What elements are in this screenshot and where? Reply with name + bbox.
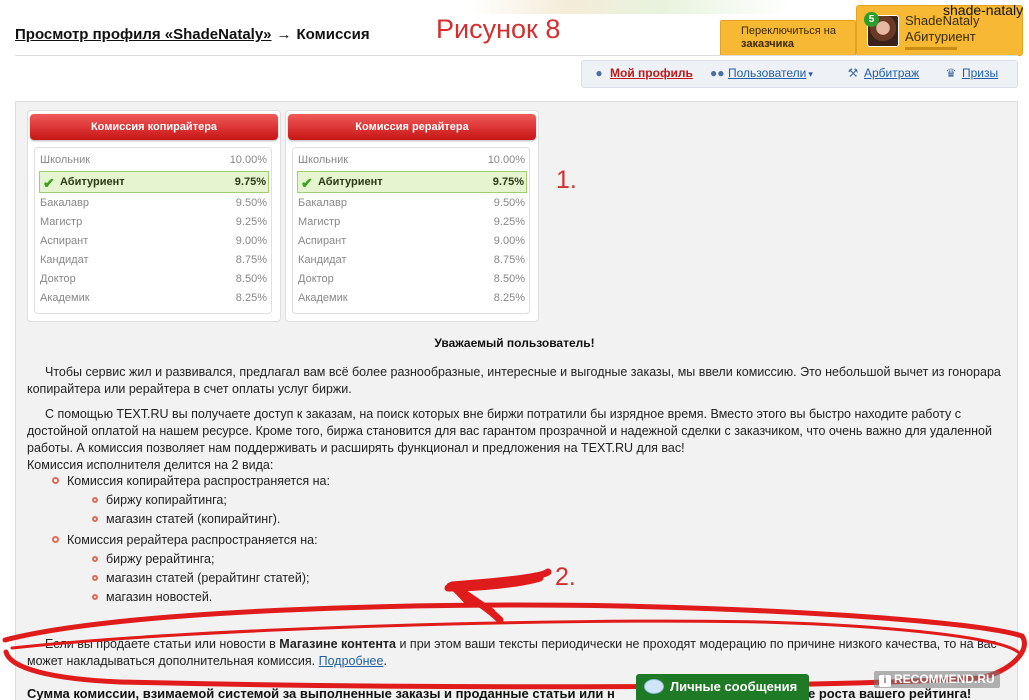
more-info-link[interactable]: Подробнее xyxy=(319,654,384,668)
table-row: Аспирант 9.00% xyxy=(298,235,525,247)
switch-line-1: Переключиться на xyxy=(741,25,836,37)
table-row: Доктор 8.50% xyxy=(40,273,267,285)
bullet-icon xyxy=(92,594,98,600)
user-icon: ● xyxy=(595,66,603,80)
breadcrumb-profile-link[interactable]: Просмотр профиля «ShadeNataly» xyxy=(15,26,272,43)
gavel-icon: ⚒ xyxy=(847,66,859,80)
page-title: Просмотр профиля «ShadeNataly» → Комиссия xyxy=(15,26,370,43)
recommend-logo-icon: i xyxy=(879,675,891,687)
rewriter-commission-card: Комиссия рерайтера Школьник 10.00% ✔ Абиту… xyxy=(285,110,539,322)
trophy-icon: ♛ xyxy=(945,66,957,80)
breadcrumb-current: Комиссия xyxy=(296,26,370,43)
list-item: магазин статей (рерайтинг статей); xyxy=(92,571,310,585)
bullet-icon xyxy=(52,536,59,543)
users-icon: ●● xyxy=(710,66,725,80)
table-row: Академик 8.25% xyxy=(40,292,267,304)
paragraph-intro: Чтобы сервис жил и развивался, предлагал… xyxy=(27,365,1001,396)
level-badge: 5 xyxy=(864,12,879,27)
chevron-down-icon: ▾ xyxy=(808,69,813,79)
chat-bubble-icon xyxy=(644,679,664,694)
table-row: Школьник 10.00% xyxy=(40,154,267,166)
nav-my-profile[interactable]: ● Мой профиль xyxy=(592,66,692,80)
card-title: Комиссия рерайтера xyxy=(288,114,536,140)
annotation-one: 1. xyxy=(556,166,577,194)
commission-table: Школьник 10.00% ✔ Абитуриент 9.75% Бакалавр… xyxy=(34,147,272,314)
breadcrumb-arrow: → xyxy=(276,26,292,43)
paragraph-benefits: С помощью TEXT.RU вы получаете доступ к … xyxy=(27,407,992,455)
commission-table: Школьник 10.00% ✔ Абитуриент 9.75% Бакалавр… xyxy=(292,147,530,314)
list-item: Комиссия копирайтера распространяется на… xyxy=(52,474,330,488)
list-item: биржу рерайтинга; xyxy=(92,552,214,566)
paragraph-extra-commission: Если вы продаете статьи или новости в Ма… xyxy=(27,637,997,668)
table-row: Доктор 8.50% xyxy=(298,273,525,285)
paragraph-types: Комиссия исполнителя делится на 2 вида: xyxy=(27,458,274,472)
table-row-active: ✔ Абитуриент 9.75% xyxy=(39,171,269,193)
list-item: Комиссия рерайтера распространяется на: xyxy=(52,533,318,547)
check-icon: ✔ xyxy=(301,175,313,191)
table-row: Магистр 9.25% xyxy=(40,216,267,228)
greeting-heading: Уважаемый пользователь! xyxy=(434,336,595,350)
bullet-icon xyxy=(92,516,98,522)
rating-progress-bar xyxy=(905,47,957,50)
profile-nav: ● Мой профиль ●● Пользователи ▾ ⚒ Арбитраж ♛… xyxy=(581,60,1018,88)
user-rank: Абитуриент xyxy=(905,29,976,44)
list-item: магазин новостей. xyxy=(92,590,212,604)
user-login-label: shade-nataly xyxy=(943,2,1024,18)
header-decoration xyxy=(470,0,790,14)
annotation-two: 2. xyxy=(555,563,576,591)
annotation-figure-title: Рисунок 8 xyxy=(436,14,561,44)
header-divider xyxy=(15,55,1018,56)
copywriter-commission-card: Комиссия копирайтера Школьник 10.00% ✔ Аби… xyxy=(27,110,281,322)
table-row: Аспирант 9.00% xyxy=(40,235,267,247)
bullet-icon xyxy=(92,497,98,503)
table-row: Бакалавр 9.50% xyxy=(40,197,267,209)
nav-users[interactable]: ●● Пользователи ▾ xyxy=(710,66,813,80)
bullet-icon xyxy=(92,575,98,581)
watermark: i RECOMMEND.RU xyxy=(874,671,1000,688)
card-title: Комиссия копирайтера xyxy=(30,114,278,140)
table-row: Магистр 9.25% xyxy=(298,216,525,228)
table-row-active: ✔ Абитуриент 9.75% xyxy=(297,171,527,193)
table-row: Школьник 10.00% xyxy=(298,154,525,166)
nav-prizes[interactable]: ♛ Призы xyxy=(944,66,999,80)
nav-arbitration[interactable]: ⚒ Арбитраж xyxy=(846,66,920,80)
commission-summary-line: Сумма комиссии, взимаемой системой за вы… xyxy=(27,686,972,700)
table-row: Академик 8.25% xyxy=(298,292,525,304)
check-icon: ✔ xyxy=(43,175,55,191)
private-messages-button[interactable]: Личные сообщения xyxy=(636,674,809,700)
table-row: Кандидат 8.75% xyxy=(40,254,267,266)
bullet-icon xyxy=(92,556,98,562)
switch-line-2: заказчика xyxy=(741,38,795,50)
table-row: Кандидат 8.75% xyxy=(298,254,525,266)
switch-to-customer-button[interactable]: Переключиться на заказчика xyxy=(720,20,856,56)
bullet-icon xyxy=(52,477,59,484)
table-row: Бакалавр 9.50% xyxy=(298,197,525,209)
list-item: биржу копирайтинга; xyxy=(92,493,227,507)
list-item: магазин статей (копирайтинг). xyxy=(92,512,280,526)
